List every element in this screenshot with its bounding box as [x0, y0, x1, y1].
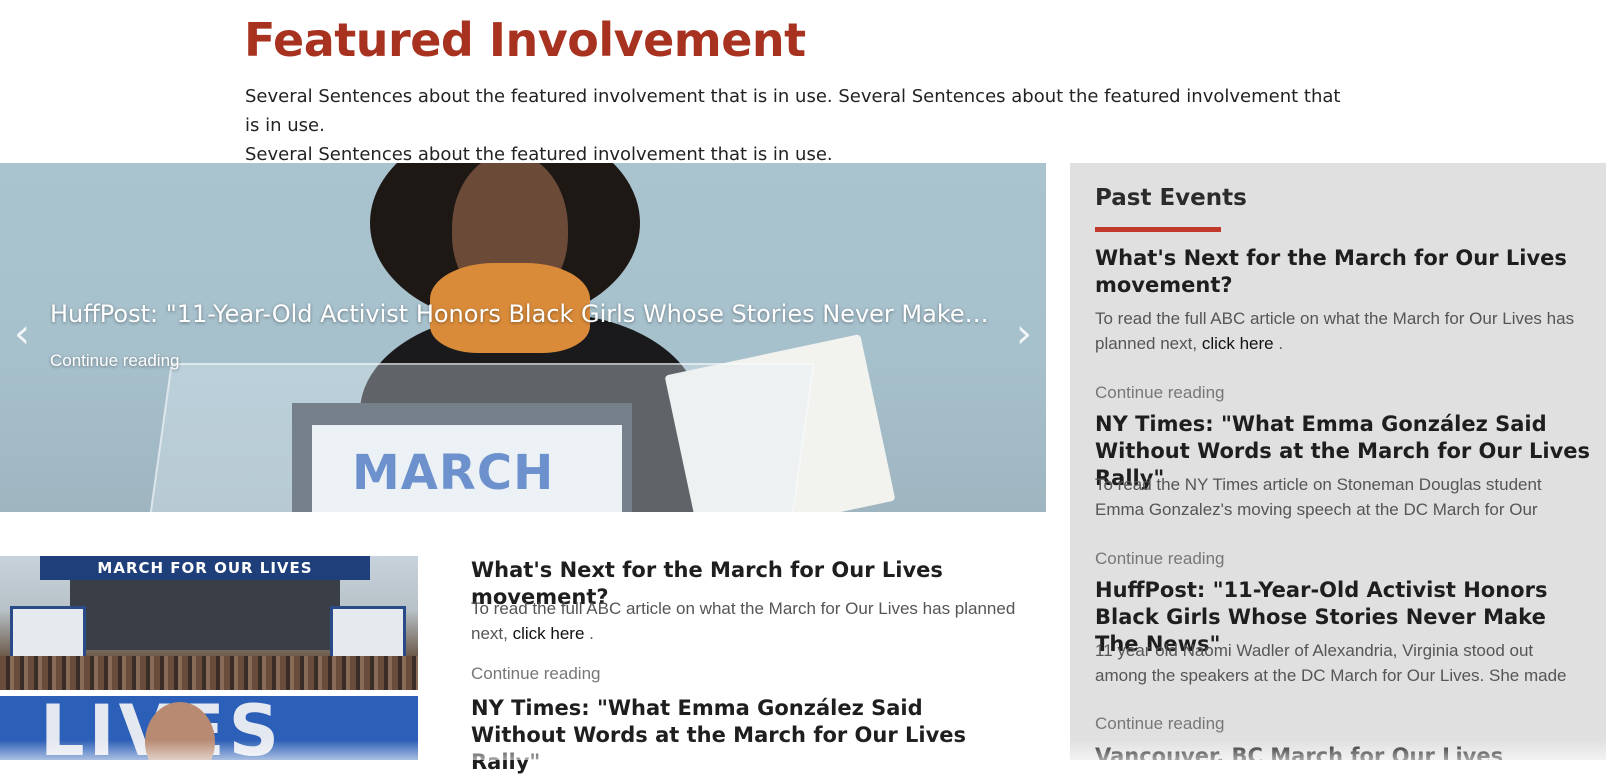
post-excerpt-text: . — [589, 624, 594, 643]
post-excerpt: To read the full ABC article on what the… — [471, 596, 1031, 646]
click-here-link[interactable]: click here — [1202, 334, 1274, 353]
sidebar-excerpt-text: To read the full ABC article on what the… — [1095, 309, 1575, 353]
sidebar-heading: Past Events — [1095, 185, 1247, 211]
post-title[interactable]: NY Times: "What Emma González Said Witho… — [471, 695, 1011, 776]
past-events-sidebar: Past Events What's Next for the March fo… — [1070, 163, 1606, 760]
thumbnail-stage — [70, 580, 340, 650]
post-thumbnail[interactable]: MARCH FOR OUR LIVES — [0, 556, 418, 690]
thumbnail-banner-text: MARCH FOR OUR LIVES — [40, 556, 370, 580]
carousel-continue-link[interactable]: Continue reading — [50, 351, 179, 371]
page-title: Featured Involvement — [244, 13, 806, 67]
continue-reading-link[interactable]: Continue reading — [1095, 383, 1224, 403]
carousel-image-glass — [149, 363, 815, 512]
continue-reading-link[interactable]: Continue reading — [1095, 714, 1224, 734]
carousel-prev-icon[interactable]: ‹ — [14, 314, 30, 354]
sidebar-item-excerpt: among the speakers at the DC March for O… — [1095, 666, 1567, 685]
sidebar-item-excerpt: Emma Gonzalez's moving speech at the DC … — [1095, 500, 1538, 519]
thumbnail-crowd — [0, 656, 418, 690]
sidebar-item-excerpt: 11 year old Naomi Wadler of Alexandria, … — [1095, 641, 1534, 660]
continue-reading-link[interactable]: Continue reading — [1095, 549, 1224, 569]
featured-carousel[interactable]: MARCH — [0, 163, 1046, 512]
heading-underline — [1095, 227, 1221, 232]
sidebar-item-title[interactable]: What's Next for the March for Our Lives … — [1095, 245, 1606, 299]
continue-reading-link[interactable]: Continue reading — [471, 664, 600, 684]
sidebar-excerpt-text: . — [1278, 334, 1284, 353]
post-thumbnail[interactable]: LIVES — [0, 696, 418, 760]
sidebar-item-excerpt: To read the NY Times article on Stoneman… — [1095, 475, 1542, 494]
sidebar-item-title[interactable]: Vancouver, BC March for Our Lives — [1095, 743, 1606, 760]
carousel-next-icon[interactable]: › — [1016, 314, 1032, 354]
intro-line: Several Sentences about the featured inv… — [245, 86, 1341, 136]
carousel-caption[interactable]: HuffPost: "11-Year-Old Activist Honors B… — [50, 300, 990, 328]
intro-text: Several Sentences about the featured inv… — [245, 82, 1345, 169]
click-here-link[interactable]: click here — [513, 624, 585, 643]
sidebar-item-excerpt: To read the full ABC article on what the… — [1095, 306, 1606, 356]
